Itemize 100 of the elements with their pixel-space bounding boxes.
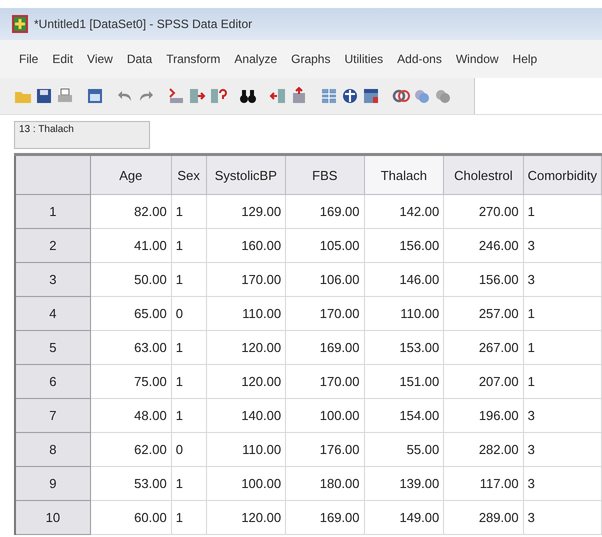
- menu-item[interactable]: Utilities: [337, 52, 390, 66]
- table-cell: 110.00: [364, 296, 444, 330]
- table-cell: 62.00: [90, 432, 172, 466]
- table-cell: 75.00: [90, 364, 172, 398]
- column-header[interactable]: Sex: [171, 154, 206, 194]
- column-header[interactable]: Age: [90, 154, 172, 194]
- table-cell: 110.00: [206, 296, 286, 330]
- table-cell: 142.00: [364, 194, 444, 228]
- scale-icon[interactable]: [341, 87, 359, 105]
- row-header[interactable]: 1: [15, 194, 90, 228]
- table-cell: 3: [523, 262, 602, 296]
- row-header[interactable]: 7: [15, 398, 90, 432]
- table-cell: 105.00: [286, 228, 364, 262]
- table-cell: 110.00: [206, 432, 286, 466]
- table-cell: 53.00: [90, 466, 172, 500]
- cell-reference: 13 : Thalach: [14, 121, 150, 149]
- column-header[interactable]: Cholestrol: [444, 154, 524, 194]
- menu-item[interactable]: Edit: [45, 52, 80, 66]
- insert-case-icon[interactable]: [188, 87, 206, 105]
- table-cell: 3: [523, 228, 602, 262]
- table-cell: 1: [171, 330, 206, 364]
- table-cell: 120.00: [206, 364, 286, 398]
- table-cell: 153.00: [364, 330, 444, 364]
- table-cell: 156.00: [444, 262, 524, 296]
- menu-item[interactable]: Transform: [159, 52, 228, 66]
- table-cell: 100.00: [206, 466, 286, 500]
- split-file-icon[interactable]: [290, 87, 308, 105]
- table-cell: 289.00: [444, 500, 524, 534]
- table-cell: 3: [523, 432, 602, 466]
- menu-item[interactable]: Add-ons: [390, 52, 449, 66]
- menu-item[interactable]: Analyze: [227, 52, 284, 66]
- row-header[interactable]: 3: [15, 262, 90, 296]
- table-cell: 55.00: [364, 432, 444, 466]
- table-cell: 257.00: [444, 296, 524, 330]
- column-header[interactable]: SystolicBP: [206, 154, 286, 194]
- column-header[interactable]: Thalach: [364, 154, 444, 194]
- table-cell: 267.00: [444, 330, 524, 364]
- table-cell: 0: [171, 296, 206, 330]
- table-cell: 180.00: [286, 466, 364, 500]
- table-cell: 1: [523, 330, 602, 364]
- corner-cell[interactable]: [15, 154, 90, 194]
- column-header[interactable]: FBS: [286, 154, 364, 194]
- value-labels-icon[interactable]: [362, 87, 380, 105]
- column-header[interactable]: Comorbidity: [523, 154, 602, 194]
- go-to-case-icon[interactable]: [167, 87, 185, 105]
- table-cell: 270.00: [444, 194, 524, 228]
- menu-item[interactable]: Data: [120, 52, 160, 66]
- menu-item[interactable]: File: [12, 52, 46, 66]
- row-header[interactable]: 8: [15, 432, 90, 466]
- table-cell: 169.00: [286, 194, 364, 228]
- table-cell: 120.00: [206, 330, 286, 364]
- save-icon[interactable]: [35, 87, 53, 105]
- menu-item[interactable]: Window: [448, 52, 506, 66]
- row-header[interactable]: 10: [15, 500, 90, 534]
- app-icon: [12, 15, 28, 33]
- variable-info-icon[interactable]: [209, 87, 227, 105]
- table-cell: 106.00: [286, 262, 364, 296]
- row-header[interactable]: 4: [15, 296, 90, 330]
- menu-item[interactable]: Graphs: [284, 52, 338, 66]
- dialog-icon[interactable]: [86, 87, 104, 105]
- insert-variable-icon[interactable]: [269, 87, 287, 105]
- table-cell: 207.00: [444, 364, 524, 398]
- row-header[interactable]: 9: [15, 466, 90, 500]
- window-title: *Untitled1 [DataSet0] - SPSS Data Editor: [34, 17, 252, 31]
- table-cell: 1: [523, 364, 602, 398]
- table-cell: 60.00: [90, 500, 172, 534]
- table-cell: 1: [171, 228, 206, 262]
- row-header[interactable]: 2: [15, 228, 90, 262]
- table-cell: 140.00: [206, 398, 286, 432]
- table-cell: 149.00: [364, 500, 444, 534]
- table-cell: 3: [523, 500, 602, 534]
- table-cell: 120.00: [206, 500, 286, 534]
- table-cell: 156.00: [364, 228, 444, 262]
- table-cell: 246.00: [444, 228, 524, 262]
- table-cell: 1: [523, 296, 602, 330]
- table-cell: 176.00: [286, 432, 364, 466]
- table-cell: 1: [171, 398, 206, 432]
- table-cell: 196.00: [444, 398, 524, 432]
- table-cell: 100.00: [286, 398, 364, 432]
- table-cell: 50.00: [90, 262, 172, 296]
- table-cell: 41.00: [90, 228, 172, 262]
- table-cell: 117.00: [444, 466, 524, 500]
- table-cell: 146.00: [364, 262, 444, 296]
- table-cell: 82.00: [90, 194, 172, 228]
- table-cell: 0: [171, 432, 206, 466]
- link-icon[interactable]: [392, 87, 410, 105]
- print-icon[interactable]: [56, 87, 74, 105]
- binoculars-icon[interactable]: [239, 87, 257, 105]
- table-cell: 1: [523, 194, 602, 228]
- circles-icon[interactable]: [434, 87, 452, 105]
- row-header[interactable]: 5: [15, 330, 90, 364]
- menu-item[interactable]: View: [80, 52, 120, 66]
- table-cell: 3: [523, 466, 602, 500]
- table-cell: 1: [171, 364, 206, 398]
- table-cell: 151.00: [364, 364, 444, 398]
- table-cell: 169.00: [286, 330, 364, 364]
- row-header[interactable]: 6: [15, 364, 90, 398]
- table-cell: 169.00: [286, 500, 364, 534]
- menu-item[interactable]: Help: [506, 52, 544, 66]
- table-cell: 63.00: [90, 330, 172, 364]
